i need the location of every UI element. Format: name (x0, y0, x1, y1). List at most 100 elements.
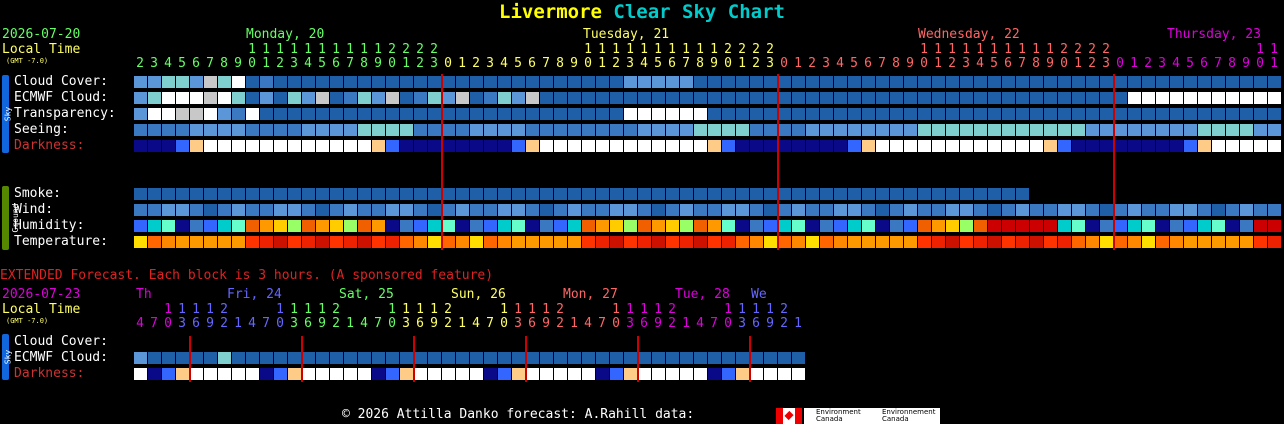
forecast-block[interactable] (652, 236, 665, 248)
forecast-block[interactable] (722, 92, 735, 104)
forecast-block[interactable] (1254, 140, 1267, 152)
forecast-block[interactable] (1142, 124, 1155, 136)
forecast-block[interactable] (1058, 76, 1071, 88)
forecast-block[interactable] (498, 108, 511, 120)
forecast-block[interactable] (1114, 124, 1127, 136)
forecast-block[interactable] (848, 204, 861, 216)
forecast-block[interactable] (736, 76, 749, 88)
forecast-block[interactable] (176, 368, 189, 380)
forecast-block[interactable] (246, 204, 259, 216)
forecast-block[interactable] (568, 352, 581, 364)
forecast-block[interactable] (1198, 124, 1211, 136)
forecast-block[interactable] (190, 188, 203, 200)
forecast-block[interactable] (442, 236, 455, 248)
forecast-block[interactable] (904, 76, 917, 88)
forecast-block[interactable] (512, 236, 525, 248)
forecast-block[interactable] (512, 76, 525, 88)
forecast-block[interactable] (834, 108, 847, 120)
forecast-block[interactable] (736, 220, 749, 232)
forecast-block[interactable] (764, 204, 777, 216)
forecast-block[interactable] (302, 236, 315, 248)
forecast-block[interactable] (792, 76, 805, 88)
forecast-block[interactable] (470, 124, 483, 136)
forecast-block[interactable] (302, 108, 315, 120)
forecast-block[interactable] (652, 352, 665, 364)
forecast-block[interactable] (148, 204, 161, 216)
forecast-block[interactable] (1268, 220, 1281, 232)
forecast-block[interactable] (1030, 92, 1043, 104)
forecast-block[interactable] (1016, 188, 1029, 200)
row-label-ecmwf-cloud[interactable]: ECMWF Cloud: (14, 91, 108, 105)
forecast-block[interactable] (876, 108, 889, 120)
forecast-block[interactable] (260, 352, 273, 364)
forecast-block[interactable] (288, 140, 301, 152)
forecast-block[interactable] (190, 140, 203, 152)
forecast-block[interactable] (764, 188, 777, 200)
forecast-block[interactable] (582, 108, 595, 120)
forecast-block[interactable] (1170, 108, 1183, 120)
forecast-block[interactable] (1212, 76, 1225, 88)
forecast-block[interactable] (288, 236, 301, 248)
forecast-block[interactable] (148, 188, 161, 200)
forecast-block[interactable] (932, 188, 945, 200)
forecast-block[interactable] (414, 368, 427, 380)
forecast-block[interactable] (1016, 76, 1029, 88)
forecast-block[interactable] (876, 140, 889, 152)
forecast-block[interactable] (610, 220, 623, 232)
forecast-block[interactable] (484, 236, 497, 248)
forecast-block[interactable] (932, 124, 945, 136)
forecast-block[interactable] (792, 220, 805, 232)
forecast-block[interactable] (1016, 92, 1029, 104)
forecast-block[interactable] (246, 140, 259, 152)
forecast-block[interactable] (484, 92, 497, 104)
forecast-block[interactable] (988, 124, 1001, 136)
forecast-block[interactable] (1030, 236, 1043, 248)
forecast-block[interactable] (708, 204, 721, 216)
forecast-block[interactable] (624, 92, 637, 104)
forecast-block[interactable] (400, 124, 413, 136)
forecast-block[interactable] (400, 76, 413, 88)
forecast-block[interactable] (960, 140, 973, 152)
forecast-block[interactable] (176, 220, 189, 232)
forecast-block[interactable] (890, 204, 903, 216)
forecast-block[interactable] (330, 368, 343, 380)
forecast-block[interactable] (722, 368, 735, 380)
forecast-block[interactable] (638, 236, 651, 248)
forecast-block[interactable] (1002, 204, 1015, 216)
forecast-block[interactable] (1268, 108, 1281, 120)
forecast-block[interactable] (876, 92, 889, 104)
forecast-block[interactable] (162, 236, 175, 248)
forecast-block[interactable] (862, 220, 875, 232)
forecast-block[interactable] (1226, 204, 1239, 216)
forecast-block[interactable] (162, 140, 175, 152)
forecast-block[interactable] (904, 108, 917, 120)
forecast-block[interactable] (302, 188, 315, 200)
row-label-humidity[interactable]: Humidity: (14, 219, 84, 233)
forecast-block[interactable] (484, 352, 497, 364)
forecast-block[interactable] (148, 140, 161, 152)
forecast-block[interactable] (722, 140, 735, 152)
forecast-block[interactable] (1212, 92, 1225, 104)
forecast-block[interactable] (330, 124, 343, 136)
forecast-block[interactable] (442, 124, 455, 136)
forecast-block[interactable] (568, 204, 581, 216)
forecast-block[interactable] (442, 108, 455, 120)
forecast-block[interactable] (316, 204, 329, 216)
forecast-block[interactable] (1100, 204, 1113, 216)
forecast-block[interactable] (918, 108, 931, 120)
forecast-block[interactable] (932, 236, 945, 248)
forecast-block[interactable] (1114, 140, 1127, 152)
forecast-block[interactable] (204, 368, 217, 380)
forecast-block[interactable] (526, 236, 539, 248)
forecast-block[interactable] (1058, 220, 1071, 232)
forecast-block[interactable] (1016, 220, 1029, 232)
forecast-block[interactable] (246, 368, 259, 380)
forecast-block[interactable] (400, 204, 413, 216)
forecast-block[interactable] (176, 140, 189, 152)
forecast-block[interactable] (848, 76, 861, 88)
forecast-block[interactable] (176, 204, 189, 216)
forecast-block[interactable] (1254, 92, 1267, 104)
forecast-block[interactable] (582, 124, 595, 136)
forecast-block[interactable] (190, 76, 203, 88)
forecast-block[interactable] (918, 92, 931, 104)
